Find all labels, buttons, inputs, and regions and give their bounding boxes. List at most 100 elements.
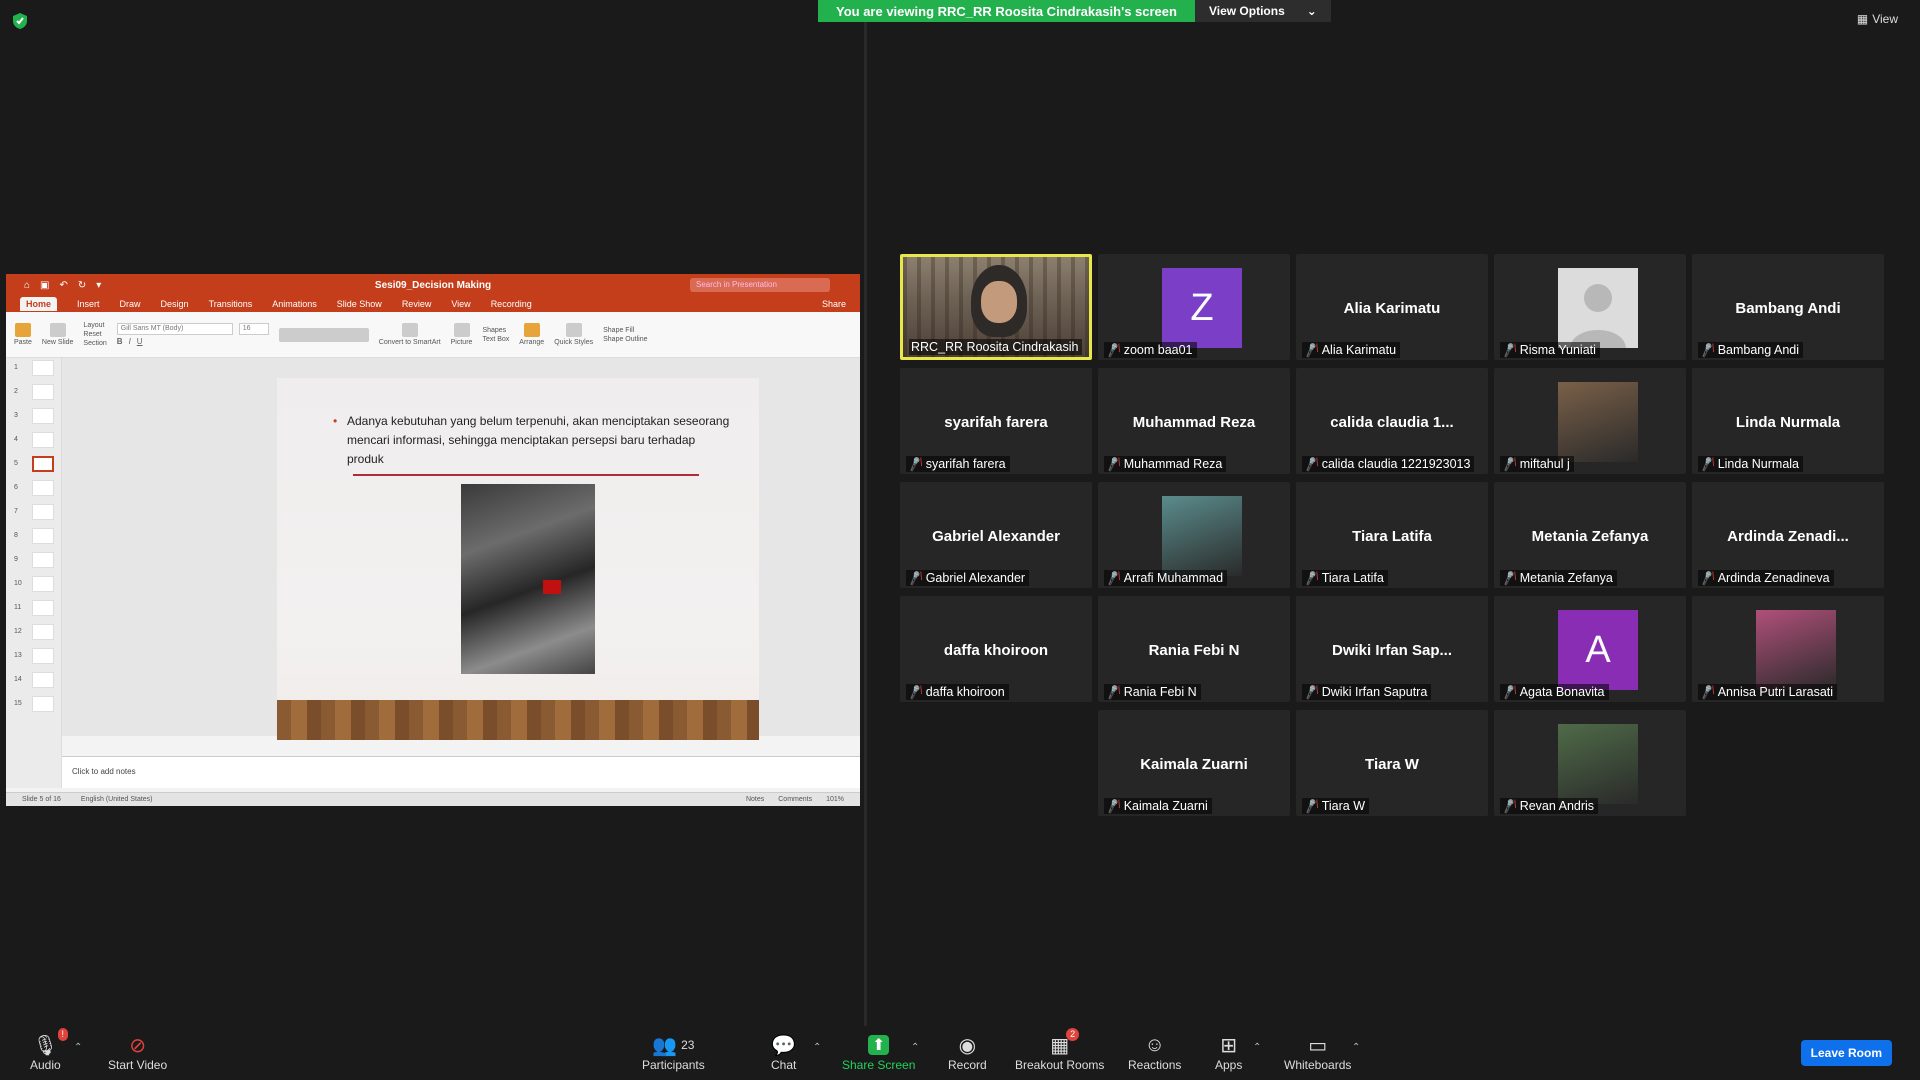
- view-button[interactable]: ▦ View: [1857, 12, 1898, 26]
- new-slide-button[interactable]: New Slide: [41, 323, 74, 346]
- share-screen-button[interactable]: ⬆ Share Screen: [842, 1032, 915, 1072]
- participant-tile[interactable]: Z 🎤̸ zoom baa01: [1098, 254, 1290, 360]
- apps-options-caret[interactable]: ⌃: [1253, 1042, 1261, 1053]
- convert-smartart-button[interactable]: Convert to SmartArt: [379, 323, 441, 346]
- participant-tile[interactable]: Tiara Latifa 🎤̸ Tiara Latifa: [1296, 482, 1488, 588]
- list-align-icon[interactable]: [278, 327, 369, 342]
- reactions-button[interactable]: ☺ Reactions: [1128, 1032, 1181, 1073]
- slide-thumbnail[interactable]: 2: [10, 382, 58, 406]
- participant-tile[interactable]: 🎤̸ miftahul j: [1494, 368, 1686, 474]
- slide-thumbnail[interactable]: 10: [10, 574, 58, 598]
- slide-thumbnail[interactable]: 15: [10, 694, 58, 718]
- audio-options-caret[interactable]: ⌃: [74, 1042, 82, 1053]
- breakout-rooms-button[interactable]: ▦ 2 Breakout Rooms: [1015, 1028, 1104, 1072]
- slide-thumbnail[interactable]: 7: [10, 502, 58, 526]
- participant-tile[interactable]: Ardinda Zenadi... 🎤̸ Ardinda Zenadineva: [1692, 482, 1884, 588]
- font-size-select[interactable]: 16: [238, 323, 269, 335]
- participant-tile[interactable]: RRC_RR Roosita Cindrakasih: [900, 254, 1092, 360]
- participant-tile[interactable]: Dwiki Irfan Sap... 🎤̸ Dwiki Irfan Saputra: [1296, 596, 1488, 702]
- font-family-select[interactable]: Gill Sans MT (Body): [116, 323, 233, 335]
- participant-tile[interactable]: 🎤̸ Revan Andris: [1494, 710, 1686, 816]
- slide-thumbnail[interactable]: 4: [10, 430, 58, 454]
- slide-thumbnail[interactable]: 13: [10, 646, 58, 670]
- slide-thumbnail[interactable]: 9: [10, 550, 58, 574]
- comments-toggle[interactable]: Comments: [778, 796, 812, 803]
- share-options-caret[interactable]: ⌃: [911, 1042, 919, 1053]
- view-options-button[interactable]: View Options ⌄: [1194, 0, 1331, 22]
- participant-tile[interactable]: 🎤̸ Risma Yuniati: [1494, 254, 1686, 360]
- shape-outline-button[interactable]: Shape Outline: [603, 336, 647, 343]
- section-button[interactable]: Section: [83, 340, 106, 347]
- tab-recording[interactable]: Recording: [491, 299, 532, 309]
- chat-button[interactable]: 💬 Chat: [771, 1032, 796, 1073]
- apps-button[interactable]: ⊞ Apps: [1215, 1032, 1242, 1073]
- leave-room-button[interactable]: Leave Room: [1800, 1040, 1892, 1066]
- tab-view[interactable]: View: [451, 299, 470, 309]
- slide-number: 1: [14, 364, 18, 371]
- whiteboards-button[interactable]: ▭ Whiteboards: [1284, 1032, 1351, 1073]
- current-slide[interactable]: Adanya kebutuhan yang belum terpenuhi, a…: [277, 378, 759, 740]
- reset-button[interactable]: Reset: [83, 331, 101, 338]
- ppt-search-field[interactable]: Search in Presentation: [690, 278, 830, 292]
- muted-mic-icon: 🎤̸: [1302, 684, 1320, 701]
- tab-slide-show[interactable]: Slide Show: [337, 299, 382, 309]
- tab-transitions[interactable]: Transitions: [209, 299, 253, 309]
- slide-thumbnail[interactable]: 3: [10, 406, 58, 430]
- start-video-button[interactable]: ⊘ Start Video: [108, 1032, 167, 1073]
- security-shield-icon[interactable]: [12, 12, 28, 30]
- participant-tile[interactable]: Tiara W 🎤̸ Tiara W: [1296, 710, 1488, 816]
- tab-design[interactable]: Design: [161, 299, 189, 309]
- slide-thumbnail[interactable]: 12: [10, 622, 58, 646]
- record-button[interactable]: ◉ Record: [948, 1032, 987, 1073]
- participant-tile[interactable]: A 🎤̸ Agata Bonavita: [1494, 596, 1686, 702]
- tab-review[interactable]: Review: [402, 299, 432, 309]
- tab-home[interactable]: Home: [20, 297, 58, 311]
- picture-button[interactable]: Picture: [451, 323, 472, 346]
- slide-bullet-text[interactable]: Adanya kebutuhan yang belum terpenuhi, a…: [333, 412, 733, 469]
- audio-button[interactable]: 🎙! Audio: [30, 1028, 69, 1072]
- participant-tile[interactable]: Muhammad Reza 🎤̸ Muhammad Reza: [1098, 368, 1290, 474]
- slide-thumbnail[interactable]: 11: [10, 598, 58, 622]
- shape-fill-button[interactable]: Shape Fill: [603, 327, 634, 334]
- participant-tile[interactable]: Metania Zefanya 🎤̸ Metania Zefanya: [1494, 482, 1686, 588]
- participant-tile[interactable]: 🎤̸ Arrafi Muhammad: [1098, 482, 1290, 588]
- chat-options-caret[interactable]: ⌃: [813, 1042, 821, 1053]
- slide-thumbnail-selected[interactable]: 5: [10, 454, 58, 478]
- split-divider[interactable]: [864, 22, 867, 1027]
- text-box-button[interactable]: Text Box: [482, 336, 509, 343]
- slide-photo[interactable]: [461, 484, 595, 674]
- zoom-level[interactable]: 101%: [826, 796, 844, 803]
- participant-tile[interactable]: syarifah farera 🎤̸ syarifah farera: [900, 368, 1092, 474]
- tab-insert[interactable]: Insert: [77, 299, 100, 309]
- participants-button[interactable]: 👥 23 Participants: [642, 1032, 705, 1073]
- participant-tile[interactable]: Linda Nurmala 🎤̸ Linda Nurmala: [1692, 368, 1884, 474]
- tab-animations[interactable]: Animations: [272, 299, 317, 309]
- slide-canvas: Adanya kebutuhan yang belum terpenuhi, a…: [62, 358, 860, 740]
- participant-tile[interactable]: daffa khoiroon 🎤̸ daffa khoiroon: [900, 596, 1092, 702]
- participant-tile[interactable]: Kaimala Zuarni 🎤̸ Kaimala Zuarni: [1098, 710, 1290, 816]
- participant-tile[interactable]: Alia Karimatu 🎤̸ Alia Karimatu: [1296, 254, 1488, 360]
- tab-draw[interactable]: Draw: [120, 299, 141, 309]
- notes-toggle[interactable]: Notes: [746, 796, 764, 803]
- slide-thumbnail[interactable]: 14: [10, 670, 58, 694]
- shapes-button[interactable]: Shapes: [482, 327, 506, 334]
- bold-icon[interactable]: B: [117, 337, 123, 346]
- participant-tile[interactable]: Gabriel Alexander 🎤̸ Gabriel Alexander: [900, 482, 1092, 588]
- arrange-button[interactable]: Arrange: [519, 323, 544, 346]
- slide-thumbnail[interactable]: 8: [10, 526, 58, 550]
- whiteboards-options-caret[interactable]: ⌃: [1352, 1042, 1360, 1053]
- ppt-share-button[interactable]: Share: [822, 299, 846, 309]
- slide-thumbnail[interactable]: 1: [10, 358, 58, 382]
- participant-tile[interactable]: calida claudia 1... 🎤̸ calida claudia 1221…: [1296, 368, 1488, 474]
- slide-thumbnail[interactable]: 6: [10, 478, 58, 502]
- layout-button[interactable]: Layout: [83, 322, 104, 329]
- new-slide-label: New Slide: [41, 339, 74, 346]
- participant-tile[interactable]: Bambang Andi 🎤̸ Bambang Andi: [1692, 254, 1884, 360]
- participant-tile[interactable]: Rania Febi N 🎤̸ Rania Febi N: [1098, 596, 1290, 702]
- participant-tile[interactable]: 🎤̸ Annisa Putri Larasati: [1692, 596, 1884, 702]
- notes-pane[interactable]: Click to add notes: [62, 756, 860, 788]
- italic-icon[interactable]: I: [129, 337, 131, 346]
- quick-styles-button[interactable]: Quick Styles: [554, 323, 593, 346]
- paste-button[interactable]: Paste: [14, 323, 32, 346]
- underline-icon[interactable]: U: [137, 337, 143, 346]
